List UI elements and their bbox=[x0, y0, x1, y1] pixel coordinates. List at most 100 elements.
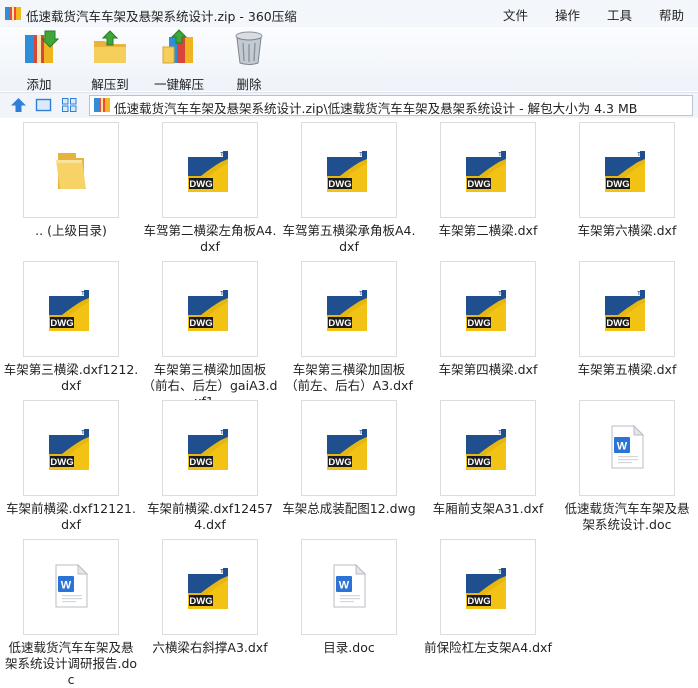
dwg-icon-label: DWG bbox=[467, 179, 490, 190]
dwg-icon-label: DWG bbox=[328, 457, 351, 468]
dwg-icon-label: DWG bbox=[50, 318, 73, 329]
one-click-extract-icon bbox=[162, 29, 193, 64]
file-item[interactable]: DWG TM 车驾第二横梁左角板A4.dxf bbox=[140, 122, 280, 255]
thumbnail-view-icon[interactable] bbox=[61, 97, 78, 113]
file-item[interactable]: DWG TM 车架第三横梁加固板（前右、后左）gaiA3.dxf1... bbox=[140, 261, 280, 410]
dwg-file-icon: DWG TM bbox=[466, 429, 506, 470]
dwg-file-icon: DWG TM bbox=[466, 151, 506, 192]
dwg-tm-mark: TM bbox=[637, 152, 644, 158]
word-doc-icon: W bbox=[611, 425, 644, 469]
file-item[interactable]: DWG TM 车架第六横梁.dxf bbox=[557, 122, 697, 239]
file-item[interactable]: W 低速载货汽车车架及悬架系统设计调研报告.doc bbox=[1, 539, 141, 688]
file-thumbnail bbox=[23, 122, 119, 218]
file-thumbnail: DWG TM bbox=[23, 261, 119, 357]
up-arrow-icon[interactable] bbox=[10, 97, 27, 113]
dwg-tm-mark: TM bbox=[81, 291, 88, 297]
dwg-file-icon: DWG TM bbox=[49, 290, 89, 331]
file-item[interactable]: DWG TM 六横梁右斜撑A3.dxf bbox=[140, 539, 280, 656]
file-thumbnail: DWG TM bbox=[440, 261, 536, 357]
dwg-file-icon: DWG TM bbox=[188, 429, 228, 470]
delete-button[interactable]: 删除 bbox=[228, 29, 270, 93]
file-item[interactable]: DWG TM 车架第二横梁.dxf bbox=[418, 122, 558, 239]
dwg-file-icon: DWG TM bbox=[327, 290, 367, 331]
one-click-extract-label: 一键解压 bbox=[153, 77, 204, 92]
address-bar-row: 低速载货汽车车架及悬架系统设计.zip\低速载货汽车车架及悬架系统设计 - 解包… bbox=[0, 92, 698, 119]
address-field[interactable]: 低速载货汽车车架及悬架系统设计.zip\低速载货汽车车架及悬架系统设计 - 解包… bbox=[89, 95, 693, 116]
file-thumbnail: DWG TM bbox=[579, 261, 675, 357]
dwg-icon-label: DWG bbox=[328, 179, 351, 190]
menu-help[interactable]: 帮助 bbox=[659, 5, 684, 24]
dwg-tm-mark: TM bbox=[637, 291, 644, 297]
extract-to-button[interactable]: 解压到 bbox=[84, 29, 136, 93]
dwg-tm-mark: TM bbox=[220, 569, 227, 575]
dwg-file-icon: DWG TM bbox=[605, 151, 645, 192]
large-icon-view-icon[interactable] bbox=[35, 97, 52, 113]
file-thumbnail: DWG TM bbox=[162, 261, 258, 357]
file-item[interactable]: DWG TM 车架第四横梁.dxf bbox=[418, 261, 558, 378]
dwg-icon-label: DWG bbox=[189, 318, 212, 329]
file-thumbnail: DWG TM bbox=[440, 539, 536, 635]
file-item[interactable]: DWG TM 车架前横梁.dxf124574.dxf bbox=[140, 400, 280, 533]
file-item[interactable]: DWG TM 车架第三横梁.dxf1212.dxf bbox=[1, 261, 141, 394]
file-name: 低速载货汽车车架及悬架系统设计调研报告.doc bbox=[4, 640, 138, 687]
word-letter: W bbox=[61, 580, 72, 592]
dwg-tm-mark: TM bbox=[498, 152, 505, 158]
file-name: 车驾第二横梁左角板A4.dxf bbox=[143, 223, 277, 254]
file-name: 车架第五横梁.dxf bbox=[577, 362, 677, 377]
folder-icon bbox=[56, 153, 86, 189]
dwg-file-icon: DWG TM bbox=[327, 151, 367, 192]
dwg-tm-mark: TM bbox=[220, 430, 227, 436]
dwg-tm-mark: TM bbox=[359, 152, 366, 158]
file-name: 前保险杠左支架A4.dxf bbox=[424, 640, 552, 655]
dwg-tm-mark: TM bbox=[220, 291, 227, 297]
one-click-extract-button[interactable]: 一键解压 bbox=[150, 29, 208, 93]
file-thumbnail: DWG TM bbox=[440, 122, 536, 218]
dwg-icon-label: DWG bbox=[189, 179, 212, 190]
add-label: 添加 bbox=[26, 77, 52, 92]
file-name: 车架前横梁.dxf12121.dxf bbox=[6, 501, 136, 532]
menu-file[interactable]: 文件 bbox=[503, 5, 528, 24]
dwg-tm-mark: TM bbox=[498, 430, 505, 436]
add-button[interactable]: 添加 bbox=[15, 29, 63, 93]
file-name: 低速载货汽车车架及悬架系统设计.doc bbox=[564, 501, 690, 532]
file-item[interactable]: DWG TM 车架第五横梁.dxf bbox=[557, 261, 697, 378]
extract-to-label: 解压到 bbox=[91, 77, 129, 92]
file-name: 车驾第五横梁承角板A4.dxf bbox=[282, 223, 416, 254]
delete-label: 删除 bbox=[236, 77, 262, 92]
file-thumbnail: DWG TM bbox=[301, 122, 397, 218]
file-name: 车厢前支架A31.dxf bbox=[432, 501, 544, 516]
file-item[interactable]: DWG TM 车驾第五横梁承角板A4.dxf bbox=[279, 122, 419, 255]
dwg-icon-label: DWG bbox=[606, 179, 629, 190]
file-item[interactable]: DWG TM 车架前横梁.dxf12121.dxf bbox=[1, 400, 141, 533]
dwg-icon-label: DWG bbox=[467, 318, 490, 329]
file-item[interactable]: W 低速载货汽车车架及悬架系统设计.doc bbox=[557, 400, 697, 533]
file-item[interactable]: DWG TM 车架总成装配图12.dwg bbox=[279, 400, 419, 517]
dwg-file-icon: DWG TM bbox=[188, 290, 228, 331]
file-item[interactable]: DWG TM 车厢前支架A31.dxf bbox=[418, 400, 558, 517]
window-title: 低速载货汽车车架及悬架系统设计.zip - 360压缩 bbox=[26, 9, 297, 24]
trash-can-icon bbox=[235, 31, 263, 65]
dwg-file-icon: DWG TM bbox=[327, 429, 367, 470]
file-item[interactable]: DWG TM 前保险杠左支架A4.dxf bbox=[418, 539, 558, 656]
add-archive-icon bbox=[25, 30, 60, 63]
file-grid: .. (上级目录) DWG TM 车驾第二横梁左角板A4.dxf DWG TM … bbox=[0, 118, 698, 687]
word-letter: W bbox=[617, 441, 628, 453]
dwg-file-icon: DWG TM bbox=[188, 568, 228, 609]
parent-directory-item[interactable]: .. (上级目录) bbox=[1, 122, 141, 239]
zip-file-icon bbox=[94, 98, 110, 112]
zip-app-icon bbox=[5, 6, 21, 21]
dwg-icon-label: DWG bbox=[467, 457, 490, 468]
menu-tools[interactable]: 工具 bbox=[607, 5, 632, 24]
file-thumbnail: DWG TM bbox=[440, 400, 536, 496]
dwg-tm-mark: TM bbox=[498, 291, 505, 297]
menu-operate[interactable]: 操作 bbox=[555, 5, 580, 24]
file-thumbnail: W bbox=[23, 539, 119, 635]
file-item[interactable]: W 目录.doc bbox=[279, 539, 419, 656]
file-name: 车架第三横梁.dxf1212.dxf bbox=[3, 362, 139, 393]
file-item[interactable]: DWG TM 车架第三横梁加固板（前左、后右）A3.dxf bbox=[279, 261, 419, 394]
file-name: 车架第二横梁.dxf bbox=[438, 223, 538, 238]
file-name: 车架第三横梁加固板（前左、后右）A3.dxf bbox=[285, 362, 413, 393]
file-name: 车架总成装配图12.dwg bbox=[282, 501, 416, 516]
dwg-tm-mark: TM bbox=[81, 430, 88, 436]
file-thumbnail: DWG TM bbox=[301, 261, 397, 357]
